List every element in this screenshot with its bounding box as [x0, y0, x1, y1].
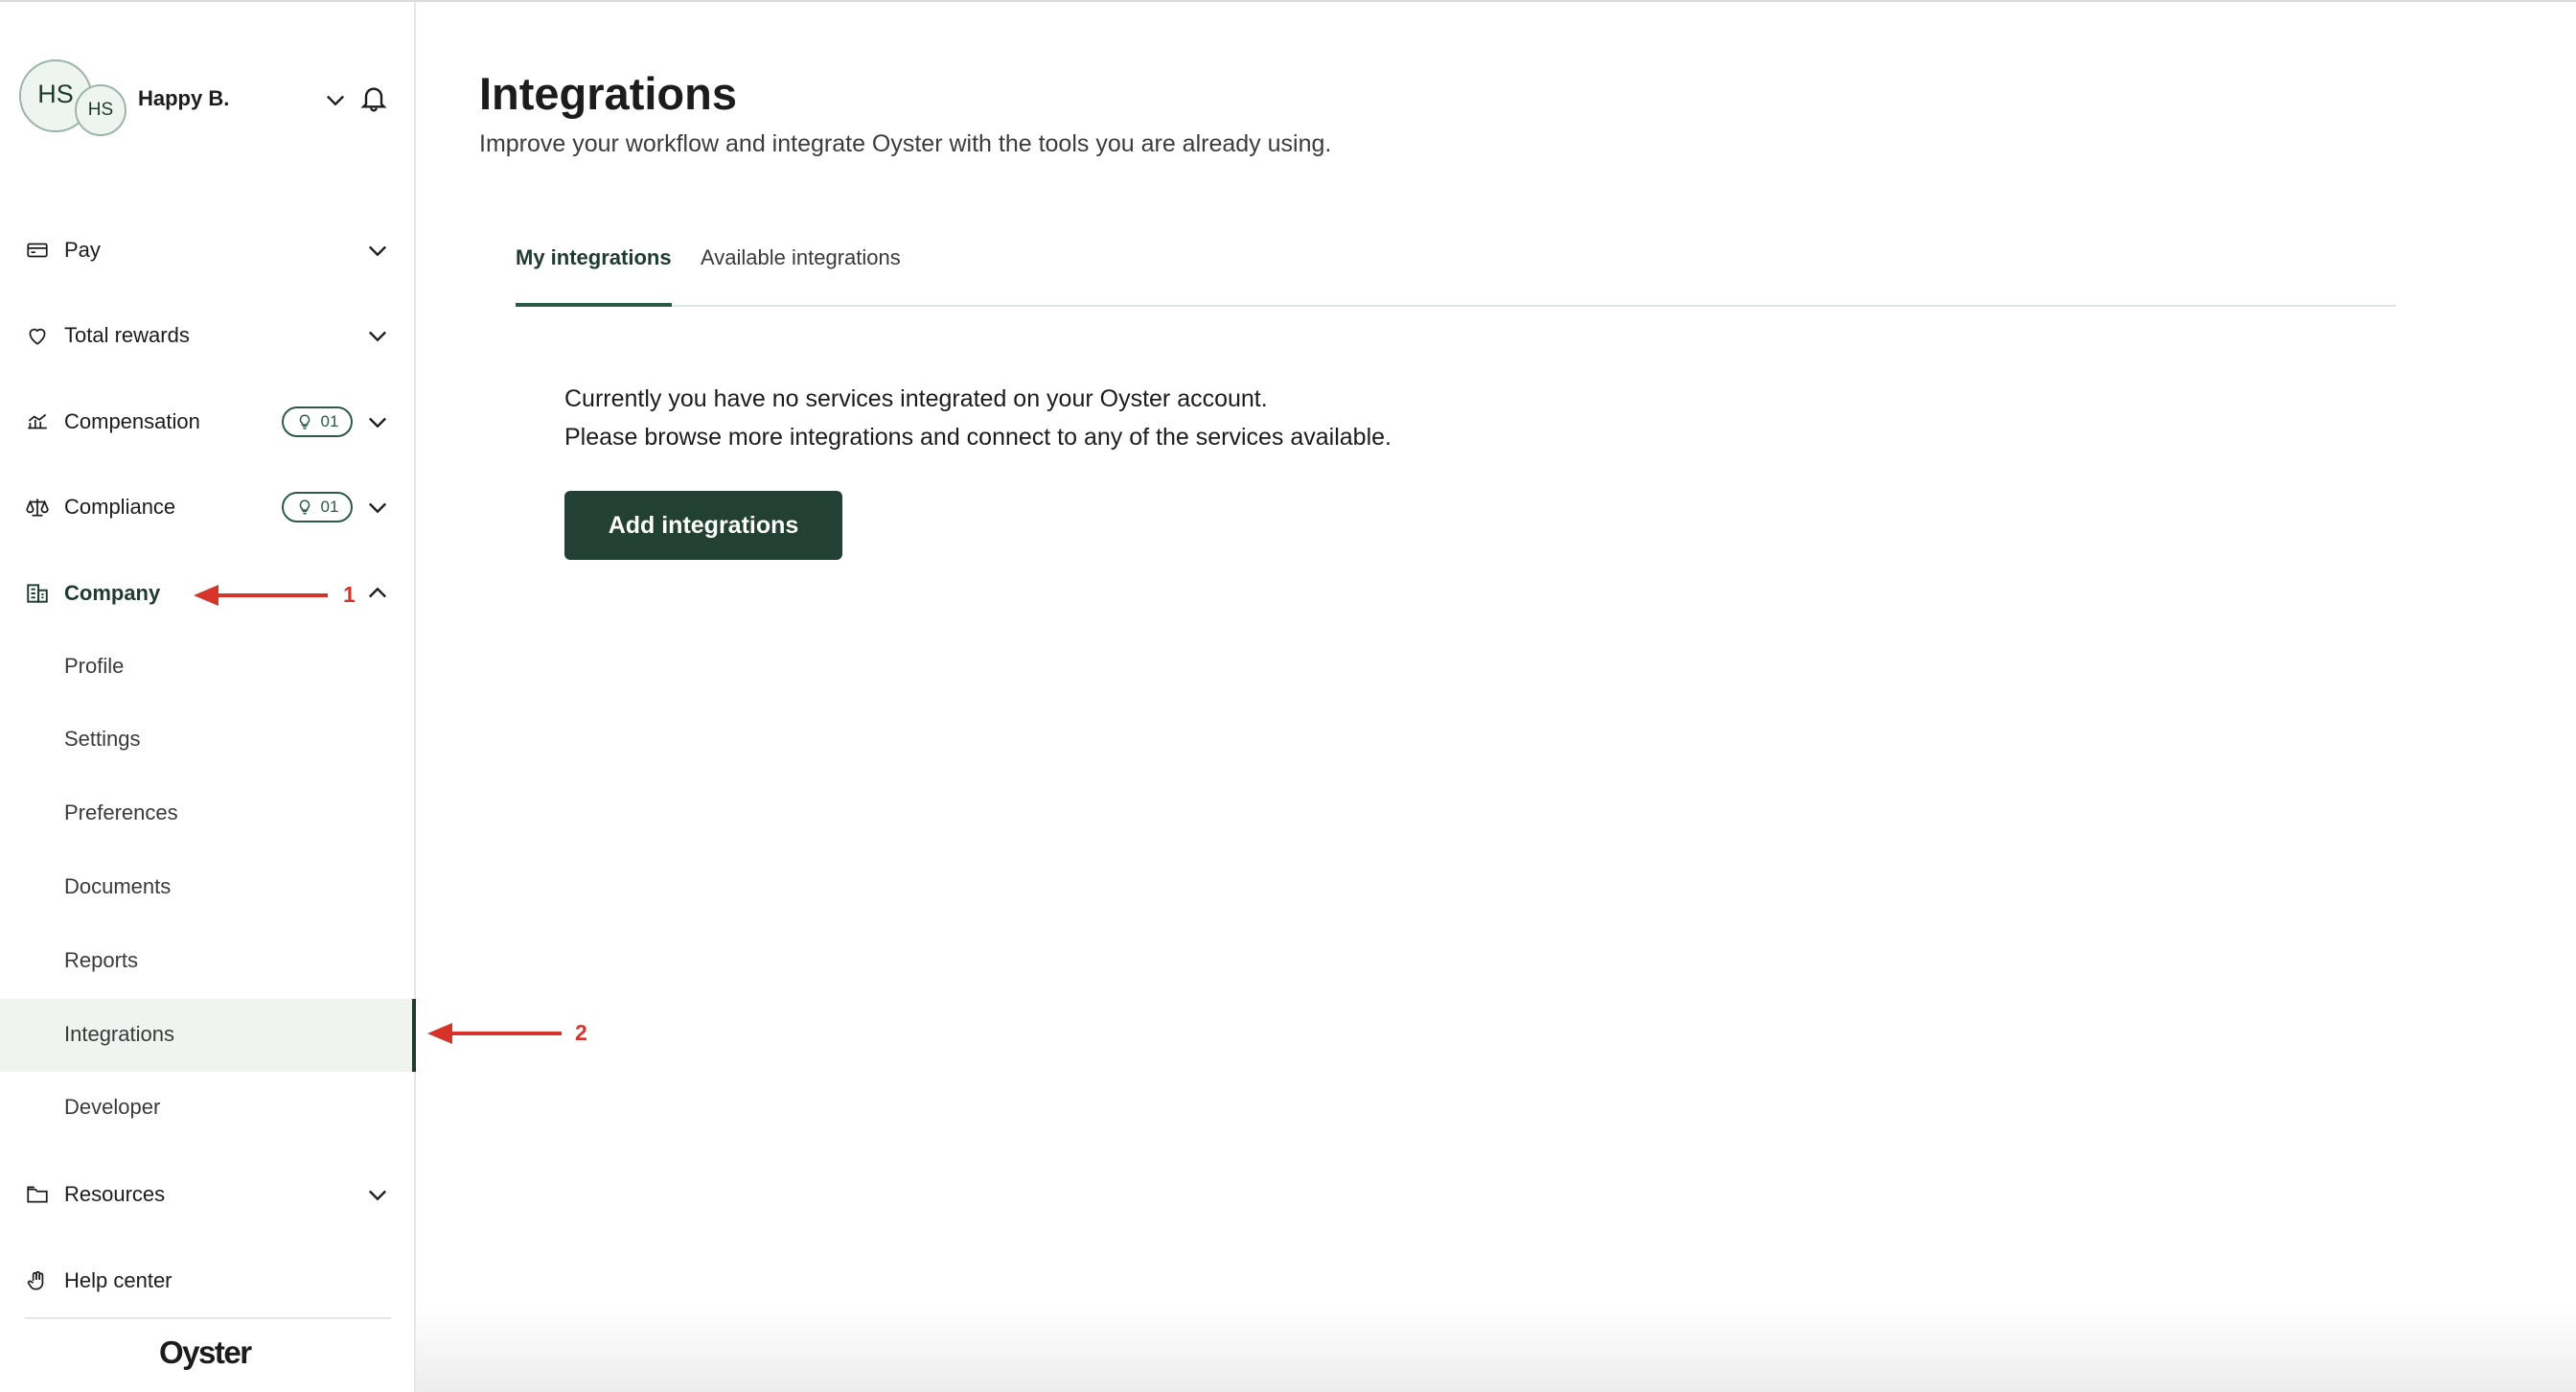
chevron-down-icon [369, 331, 386, 342]
sidebar-divider [25, 1317, 391, 1319]
badge-count: 01 [320, 498, 339, 516]
empty-state-text: Please browse more integrations and conn… [564, 424, 1392, 451]
bell-icon[interactable] [358, 82, 389, 113]
chevron-up-icon [369, 587, 386, 598]
avatar-secondary: HS [75, 84, 126, 136]
sidebar-item-label: Resources [64, 1182, 166, 1206]
sidebar-item-label: Developer [64, 1095, 161, 1119]
bottom-shadow [416, 1306, 2576, 1392]
building-icon [27, 584, 48, 603]
sidebar-subitem-profile[interactable]: Profile [0, 631, 414, 704]
tab-available-integrations[interactable]: Available integrations [701, 242, 901, 307]
sidebar-item-label: Compliance [64, 495, 176, 519]
user-name: Happy B. [138, 86, 230, 110]
annotation-arrow-2 [427, 1023, 562, 1044]
chevron-down-icon[interactable] [322, 86, 349, 113]
sidebar-subitem-documents[interactable]: Documents [0, 851, 414, 924]
app-window: HS HS Happy B. Pay Total rewards Compens… [0, 0, 2576, 1392]
sidebar-item-label: Company [64, 581, 161, 605]
sidebar-item-label: Preferences [64, 800, 178, 824]
sidebar-item-resources[interactable]: Resources [0, 1158, 414, 1231]
sidebar-item-label: Reports [64, 948, 139, 972]
sidebar-item-label: Settings [64, 727, 141, 751]
chart-hand-icon [28, 413, 47, 429]
sidebar-item-label: Integrations [64, 1022, 174, 1046]
annotation-label-2: 2 [575, 1020, 587, 1045]
sidebar-item-compliance[interactable]: Compliance 01 [0, 471, 414, 544]
user-menu[interactable]: HS HS Happy B. [19, 59, 397, 136]
sidebar-item-compensation[interactable]: Compensation 01 [0, 385, 414, 458]
annotation-label-1: 1 [343, 582, 356, 607]
sidebar-item-label: Profile [64, 654, 125, 678]
tabs: My integrations Available integrations [516, 242, 2396, 307]
sidebar-subitem-settings[interactable]: Settings [0, 704, 414, 777]
empty-state-text: Currently you have no services integrate… [564, 385, 1268, 412]
card-icon [27, 243, 48, 258]
sidebar-item-label: Help center [64, 1268, 172, 1292]
sidebar: HS HS Happy B. Pay Total rewards Compens… [0, 2, 416, 1392]
oyster-logo: Oyster [159, 1334, 252, 1370]
page-subtitle: Improve your workflow and integrate Oyst… [479, 130, 1332, 157]
sidebar-subitem-developer[interactable]: Developer [0, 1072, 414, 1145]
insight-badge: 01 [282, 492, 353, 522]
folder-icon [27, 1186, 48, 1203]
heart-icon [29, 328, 46, 345]
sidebar-item-label: Documents [64, 874, 172, 898]
sidebar-subitem-reports[interactable]: Reports [0, 925, 414, 998]
sidebar-item-label: Pay [64, 238, 101, 262]
hand-icon [27, 1271, 44, 1290]
badge-count: 01 [320, 412, 339, 430]
sidebar-item-help-center[interactable]: Help center [0, 1244, 414, 1317]
scales-icon [26, 499, 49, 517]
page-title: Integrations [479, 68, 737, 119]
chevron-down-icon [369, 502, 386, 514]
chevron-down-icon [369, 417, 386, 429]
sidebar-subitem-preferences[interactable]: Preferences [0, 777, 414, 850]
sidebar-item-label: Total rewards [64, 323, 190, 347]
annotation-arrow-1 [194, 585, 328, 606]
chevron-down-icon [369, 245, 386, 257]
sidebar-item-total-rewards[interactable]: Total rewards [0, 299, 414, 372]
lightbulb-icon [299, 499, 310, 515]
sidebar-item-pay[interactable]: Pay [0, 214, 414, 287]
sidebar-item-label: Compensation [64, 409, 200, 433]
chevron-down-icon [369, 1190, 386, 1201]
add-integrations-button[interactable]: Add integrations [564, 491, 842, 560]
lightbulb-icon [299, 414, 310, 429]
sidebar-subitem-integrations[interactable]: Integrations [0, 999, 416, 1072]
tab-my-integrations[interactable]: My integrations [516, 242, 672, 307]
main-content: Integrations Improve your workflow and i… [416, 2, 2576, 1392]
insight-badge: 01 [282, 406, 353, 437]
